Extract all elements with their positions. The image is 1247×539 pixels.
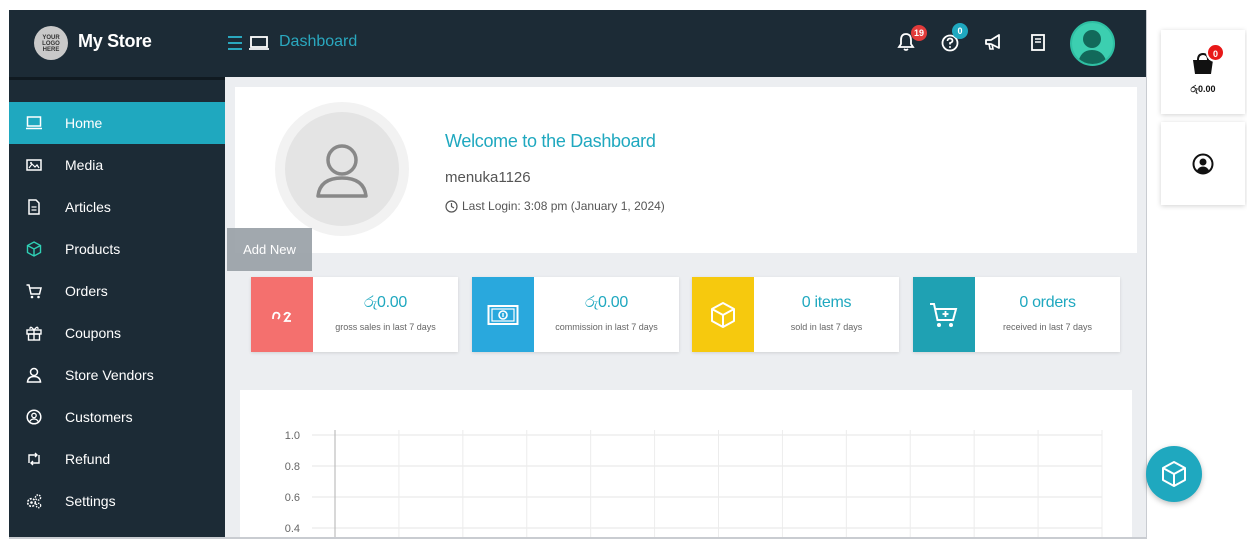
last-login-text: Last Login: 3:08 pm (January 1, 2024) xyxy=(462,199,665,213)
stat-icon-box xyxy=(913,277,975,352)
cube-icon xyxy=(26,241,42,257)
gift-icon xyxy=(26,326,42,341)
rupee-icon xyxy=(272,311,292,322)
sidebar-item-home[interactable]: Home xyxy=(9,102,225,144)
add-new-tooltip[interactable]: Add New xyxy=(227,228,312,271)
sidebar-item-label: Refund xyxy=(65,451,111,467)
monitor-icon xyxy=(26,116,42,130)
welcome-title: Welcome to the Dashboard xyxy=(445,131,656,151)
top-bar: YOUR LOGO HERE My Store Dashboard 19 0 xyxy=(9,10,1146,77)
logo-text: YOUR LOGO HERE xyxy=(42,35,60,53)
sidebar: Home Media Articles Products Orders Coup… xyxy=(9,77,225,539)
chart-y-tick-label: 0.4 xyxy=(285,523,300,535)
chart-y-tick-label: 0.6 xyxy=(285,492,300,504)
store-name[interactable]: My Store xyxy=(78,31,152,52)
notifications-button[interactable]: 19 xyxy=(897,25,927,54)
stat-commission[interactable]: රු0.00 commission in last 7 days xyxy=(472,277,679,352)
stat-gross-sales[interactable]: රු0.00 රු0.00 gross sales in last 7 days xyxy=(251,277,458,352)
stat-value: රු0.00 xyxy=(584,294,629,311)
cart-plus-icon xyxy=(930,302,958,327)
stat-value: රු0.00 xyxy=(363,294,408,311)
dashboard-window: YOUR LOGO HERE My Store Dashboard 19 0 H… xyxy=(9,10,1147,539)
stat-icon-box xyxy=(472,277,534,352)
image-icon xyxy=(26,159,42,171)
cart-icon xyxy=(26,284,42,299)
knowledgebase-button[interactable] xyxy=(1029,32,1051,54)
user-circle-icon xyxy=(1192,153,1214,175)
sales-chart-card: 1.0 0.8 0.6 0.4 xyxy=(240,390,1132,539)
help-button[interactable]: 0 xyxy=(940,23,968,54)
megaphone-icon xyxy=(985,34,1000,50)
sidebar-item-label: Coupons xyxy=(65,325,122,341)
stat-label: sold in last 7 days xyxy=(790,322,863,332)
user-icon xyxy=(26,367,42,383)
sidebar-item-customers[interactable]: Customers xyxy=(9,396,225,438)
cart-count-badge: 0 xyxy=(1206,43,1225,62)
sidebar-item-label: Home xyxy=(65,115,103,131)
cart-widget[interactable]: 0 රු0.00 xyxy=(1161,30,1245,114)
store-logo[interactable]: YOUR LOGO HERE xyxy=(34,26,68,60)
cube-icon xyxy=(1162,461,1186,487)
profile-avatar[interactable] xyxy=(275,102,409,236)
sidebar-item-label: Media xyxy=(65,157,104,173)
user-circle-icon xyxy=(26,409,42,425)
sidebar-item-orders[interactable]: Orders xyxy=(9,270,225,312)
monitor-icon xyxy=(249,36,269,50)
breadcrumb-title[interactable]: Dashboard xyxy=(279,33,357,51)
floating-products-button[interactable] xyxy=(1146,446,1202,502)
sidebar-item-label: Store Vendors xyxy=(65,367,154,383)
stat-orders-received[interactable]: 0 orders received in last 7 days xyxy=(913,277,1120,352)
cart-total: රු0.00 xyxy=(1190,84,1216,94)
stat-label: gross sales in last 7 days xyxy=(335,322,436,332)
account-widget[interactable] xyxy=(1161,122,1245,205)
sidebar-item-refund[interactable]: Refund xyxy=(9,438,225,480)
sidebar-item-label: Articles xyxy=(65,199,111,215)
stat-value: 0 orders xyxy=(1019,294,1076,311)
stat-items-sold[interactable]: 0 items sold in last 7 days xyxy=(692,277,899,352)
sidebar-item-label: Settings xyxy=(65,493,116,509)
sidebar-item-coupons[interactable]: Coupons xyxy=(9,312,225,354)
sidebar-item-label: Orders xyxy=(65,283,108,299)
user-avatar[interactable] xyxy=(1070,21,1115,66)
help-badge: 0 xyxy=(952,23,968,39)
menu-toggle-icon[interactable] xyxy=(228,32,242,52)
stat-value: 0 items xyxy=(801,294,852,311)
sidebar-item-label: Products xyxy=(65,241,121,257)
book-icon xyxy=(1031,34,1045,51)
profile-avatar-inner xyxy=(285,112,399,226)
sidebar-item-products[interactable]: Products xyxy=(9,228,225,270)
sales-chart: 1.0 0.8 0.6 0.4 xyxy=(285,430,1103,539)
sidebar-item-articles[interactable]: Articles xyxy=(9,186,225,228)
sidebar-item-media[interactable]: Media xyxy=(9,144,225,186)
last-login: Last Login: 3:08 pm (January 1, 2024) xyxy=(445,199,665,213)
user-icon xyxy=(316,144,368,198)
chart-y-tick-label: 0.8 xyxy=(285,461,300,473)
welcome-card: Welcome to the Dashboard menuka1126 Last… xyxy=(235,87,1137,253)
gears-icon xyxy=(26,494,42,509)
stat-label: received in last 7 days xyxy=(1002,322,1093,332)
clock-icon xyxy=(445,200,458,213)
cube-icon xyxy=(711,301,735,328)
chart-y-tick-label: 1.0 xyxy=(285,430,300,442)
welcome-username: menuka1126 xyxy=(445,169,531,186)
notifications-badge: 19 xyxy=(910,25,927,41)
stat-icon-box xyxy=(692,277,754,352)
avatar-icon xyxy=(1072,23,1113,64)
sidebar-item-store-vendors[interactable]: Store Vendors xyxy=(9,354,225,396)
document-icon xyxy=(28,199,40,215)
stat-label: commission in last 7 days xyxy=(555,322,658,332)
stat-icon-box: රු0.00 xyxy=(251,277,313,352)
sidebar-item-label: Customers xyxy=(65,409,133,425)
sidebar-item-settings[interactable]: Settings xyxy=(9,480,225,522)
money-icon xyxy=(487,304,519,325)
announcements-button[interactable] xyxy=(983,32,1005,54)
retweet-icon xyxy=(28,452,40,466)
